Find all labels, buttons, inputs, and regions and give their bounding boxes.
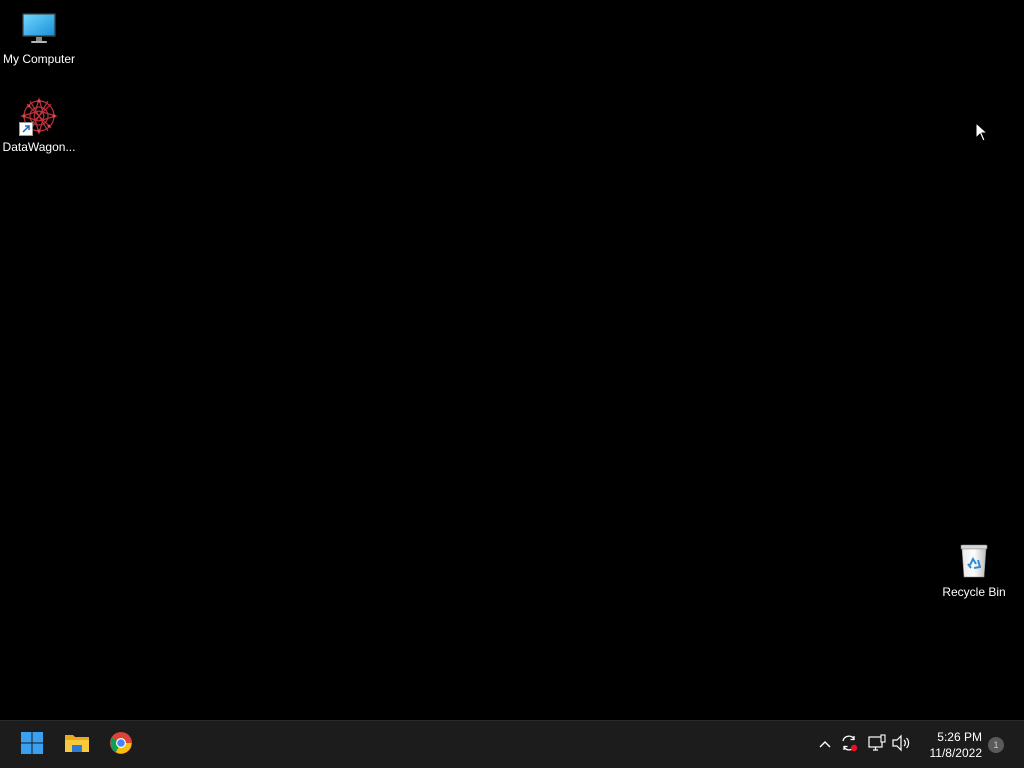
taskbar-file-explorer[interactable] bbox=[61, 729, 93, 761]
tray-sync-button[interactable] bbox=[839, 735, 859, 755]
start-button[interactable] bbox=[16, 729, 48, 761]
show-hidden-icons-button[interactable] bbox=[815, 735, 835, 755]
desktop-icon-label: DataWagon... bbox=[2, 140, 76, 154]
volume-icon bbox=[891, 733, 911, 758]
clock-date: 11/8/2022 bbox=[929, 746, 983, 760]
clock-time: 5:26 PM bbox=[937, 730, 982, 744]
chrome-icon bbox=[109, 731, 133, 760]
desktop-icon-my-computer[interactable]: My Computer bbox=[0, 8, 78, 66]
desktop-icon-datawagon[interactable]: DataWagon... bbox=[0, 96, 78, 154]
mouse-cursor-icon bbox=[975, 121, 989, 142]
recycle-bin-icon bbox=[954, 541, 994, 581]
taskbar-chrome[interactable] bbox=[105, 729, 137, 761]
chevron-up-icon bbox=[818, 736, 832, 754]
network-icon bbox=[867, 733, 887, 758]
notification-center-button[interactable]: 1 bbox=[986, 735, 1006, 755]
desktop: My Computer DataWagon... Recycle Bin bbox=[0, 0, 1024, 720]
taskbar: 5:26 PM 11/8/2022 1 bbox=[0, 720, 1024, 768]
sync-icon bbox=[839, 733, 859, 758]
shortcut-arrow-icon bbox=[19, 122, 33, 136]
desktop-icon-label: Recycle Bin bbox=[942, 585, 1006, 599]
desktop-icon-label: My Computer bbox=[2, 52, 76, 66]
datawagon-app-icon bbox=[19, 96, 59, 136]
desktop-icon-recycle-bin[interactable]: Recycle Bin bbox=[935, 541, 1013, 599]
tray-network-button[interactable] bbox=[867, 733, 887, 758]
windows-start-icon bbox=[20, 731, 44, 760]
notification-badge-icon: 1 bbox=[988, 737, 1004, 753]
tray-volume-button[interactable] bbox=[891, 733, 911, 758]
monitor-icon bbox=[19, 8, 59, 48]
notification-count: 1 bbox=[993, 740, 999, 750]
taskbar-clock[interactable]: 5:26 PM 11/8/2022 bbox=[918, 729, 983, 761]
folder-icon bbox=[64, 732, 90, 759]
